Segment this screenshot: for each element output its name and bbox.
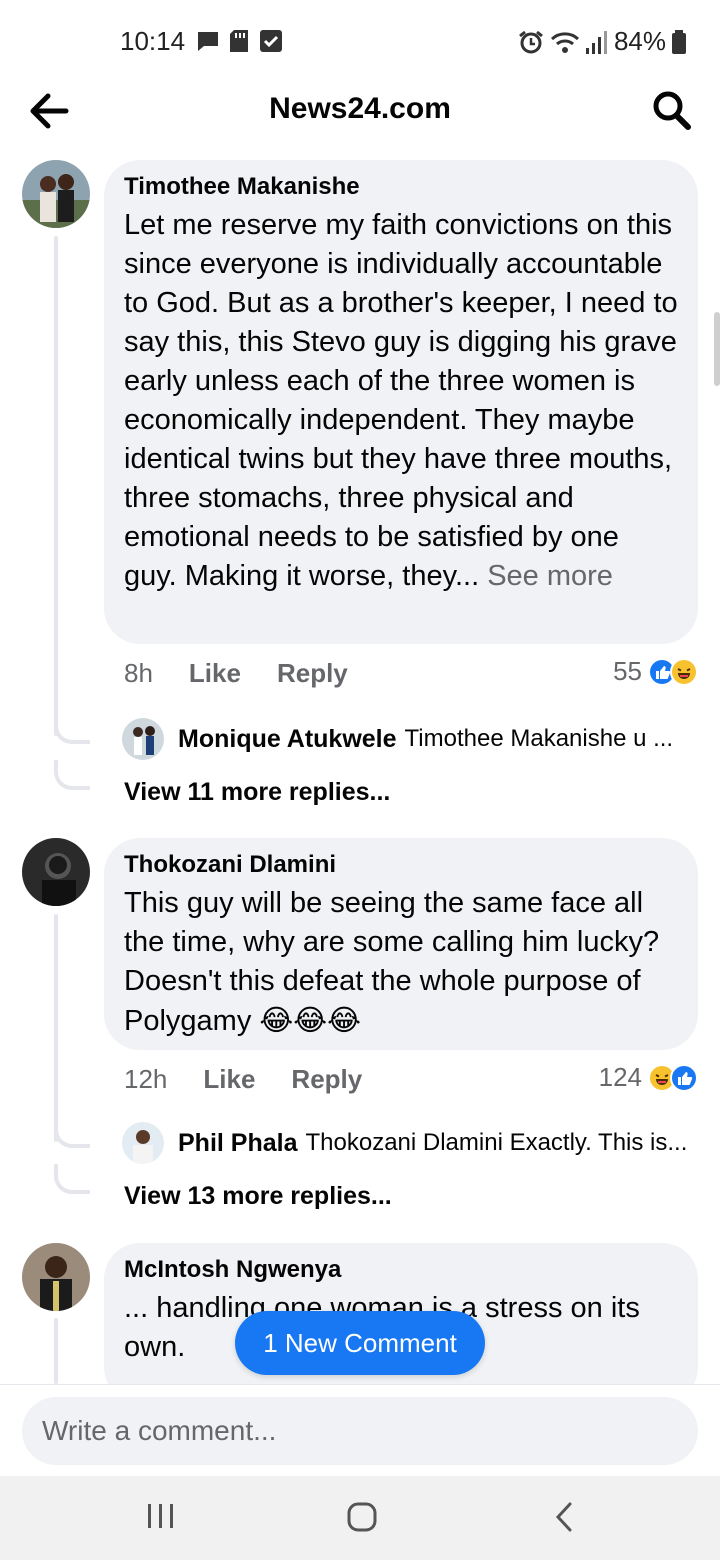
home-icon[interactable] bbox=[346, 1500, 378, 1534]
comment-author[interactable]: Thokozani Dlamini bbox=[124, 850, 678, 880]
reply-button[interactable]: Reply bbox=[291, 1064, 362, 1095]
comment-body: This guy will be seeing the same face al… bbox=[124, 887, 660, 1037]
reply-avatar bbox=[122, 718, 164, 760]
haha-reaction-icon bbox=[670, 657, 698, 686]
system-nav-bar bbox=[0, 1476, 720, 1560]
reaction-summary[interactable]: 55 bbox=[613, 656, 698, 687]
scrollbar-thumb[interactable] bbox=[714, 312, 720, 386]
thread-line bbox=[54, 236, 58, 736]
app-header: News24.com bbox=[0, 80, 720, 142]
comment-meta: 12h Like Reply bbox=[124, 1064, 362, 1095]
comment-bubble: Timothee Makanishe Let me reserve my fai… bbox=[104, 160, 698, 644]
status-time: 10:14 bbox=[120, 26, 186, 56]
thread-line bbox=[54, 914, 58, 1142]
recent-apps-icon[interactable] bbox=[146, 1500, 176, 1534]
alarm-icon bbox=[519, 30, 543, 53]
like-reaction-icon bbox=[670, 1063, 698, 1092]
reply-text: Thokozani Dlamini Exactly. This is... bbox=[305, 1129, 688, 1156]
battery-percent: 84% bbox=[613, 26, 666, 56]
comment-author[interactable]: Timothee Makanishe bbox=[124, 172, 678, 202]
thread-connector bbox=[54, 714, 90, 744]
thread-line bbox=[54, 1318, 58, 1384]
message-notification-icon bbox=[198, 32, 218, 51]
comment-text: Let me reserve my faith convictions on t… bbox=[124, 206, 678, 596]
checkbox-notification-icon bbox=[260, 30, 282, 52]
comment-meta: 8h Like Reply bbox=[124, 658, 348, 689]
reaction-count: 124 bbox=[598, 1062, 642, 1092]
reply-author: Monique Atukwele bbox=[178, 724, 397, 753]
page-title: News24.com bbox=[269, 92, 451, 125]
reaction-summary[interactable]: 124 bbox=[599, 1062, 698, 1093]
thread-connector bbox=[54, 1164, 90, 1194]
comment-time: 12h bbox=[124, 1064, 168, 1094]
comment-bubble: Thokozani Dlamini This guy will be seein… bbox=[104, 838, 698, 1050]
comment-input[interactable]: Write a comment... bbox=[22, 1397, 698, 1465]
reply-button[interactable]: Reply bbox=[277, 658, 348, 689]
reply-preview[interactable]: Monique Atukwele Timothee Makanishe u ..… bbox=[122, 718, 673, 760]
comment-author[interactable]: McIntosh Ngwenya bbox=[124, 1255, 678, 1285]
composer-bar: Write a comment... bbox=[0, 1384, 720, 1476]
search-icon bbox=[653, 91, 691, 130]
thread-connector bbox=[54, 760, 90, 790]
avatar-photo bbox=[22, 160, 90, 228]
comment-emoji: 😂😂😂 bbox=[259, 1003, 362, 1037]
search-button[interactable] bbox=[652, 90, 692, 132]
reply-text: Timothee Makanishe u ... bbox=[404, 725, 674, 752]
comment-avatar[interactable] bbox=[22, 1243, 90, 1311]
status-bar: 10:14 84% bbox=[0, 0, 720, 80]
thread-connector bbox=[54, 1118, 90, 1148]
avatar-photo bbox=[22, 1243, 90, 1311]
system-back-icon[interactable] bbox=[552, 1500, 576, 1534]
like-button[interactable]: Like bbox=[189, 658, 241, 689]
comment-body: Let me reserve my faith convictions on t… bbox=[124, 209, 678, 592]
see-more-link[interactable]: See more bbox=[487, 560, 613, 592]
reply-avatar bbox=[122, 1122, 164, 1164]
comment-avatar[interactable] bbox=[22, 160, 90, 228]
signal-icon bbox=[585, 30, 607, 54]
comment-text: This guy will be seeing the same face al… bbox=[124, 884, 678, 1041]
reply-author: Phil Phala bbox=[178, 1128, 298, 1157]
comment-avatar[interactable] bbox=[22, 838, 90, 906]
status-right: 84% bbox=[518, 26, 686, 57]
like-button[interactable]: Like bbox=[203, 1064, 255, 1095]
avatar-photo bbox=[22, 838, 90, 906]
view-more-replies[interactable]: View 11 more replies... bbox=[124, 778, 390, 807]
battery-icon bbox=[672, 29, 686, 54]
new-comment-button[interactable]: 1 New Comment bbox=[235, 1311, 485, 1375]
reply-preview[interactable]: Phil Phala Thokozani Dlamini Exactly. Th… bbox=[122, 1122, 687, 1164]
wifi-icon bbox=[550, 31, 579, 53]
view-more-replies[interactable]: View 13 more replies... bbox=[124, 1182, 392, 1211]
sd-card-icon bbox=[230, 30, 248, 52]
reaction-count: 55 bbox=[613, 656, 642, 686]
comment-time: 8h bbox=[124, 658, 153, 688]
